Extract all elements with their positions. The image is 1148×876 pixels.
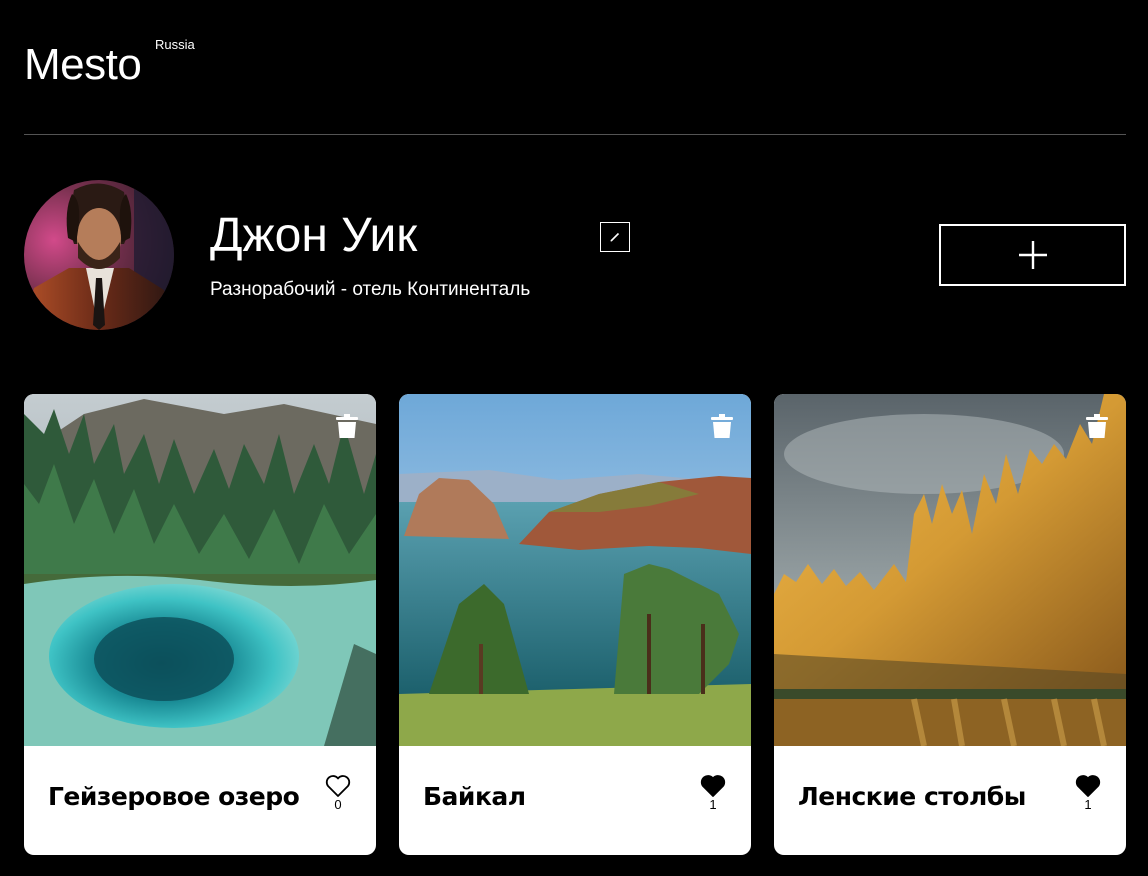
card-footer: Гейзеровое озеро 0 bbox=[24, 746, 376, 855]
card-title: Гейзеровое озеро bbox=[48, 782, 300, 811]
logo-superscript: Russia bbox=[155, 37, 195, 52]
add-card-button[interactable] bbox=[939, 224, 1126, 286]
like-group: 1 bbox=[1074, 774, 1102, 812]
profile: Джон Уик Разнорабочий - отель Континента… bbox=[24, 180, 1126, 330]
card-image[interactable] bbox=[399, 394, 751, 746]
profile-about: Разнорабочий - отель Континенталь bbox=[210, 279, 531, 300]
avatar-image bbox=[24, 180, 174, 330]
pencil-icon bbox=[610, 232, 620, 242]
header: Mesto Russia bbox=[24, 0, 1126, 135]
card: Ленские столбы 1 bbox=[774, 394, 1126, 855]
like-count: 1 bbox=[709, 797, 717, 812]
card-footer: Байкал 1 bbox=[399, 746, 751, 855]
card: Байкал 1 bbox=[399, 394, 751, 855]
card-title: Байкал bbox=[423, 782, 526, 811]
trash-icon[interactable] bbox=[336, 414, 358, 438]
cards-grid: Гейзеровое озеро 0 Байкал 1 Ленские стол… bbox=[24, 394, 1126, 855]
card-image[interactable] bbox=[774, 394, 1126, 746]
card-title: Ленские столбы bbox=[798, 782, 1026, 811]
heart-filled-icon[interactable] bbox=[700, 774, 726, 798]
edit-profile-button[interactable] bbox=[600, 222, 630, 252]
trash-icon[interactable] bbox=[711, 414, 733, 438]
heart-outline-icon[interactable] bbox=[325, 774, 351, 798]
card-image[interactable] bbox=[24, 394, 376, 746]
avatar[interactable] bbox=[24, 180, 174, 330]
trash-icon[interactable] bbox=[1086, 414, 1108, 438]
card-footer: Ленские столбы 1 bbox=[774, 746, 1126, 855]
plus-icon bbox=[1018, 241, 1047, 269]
like-group: 0 bbox=[324, 774, 352, 812]
card: Гейзеровое озеро 0 bbox=[24, 394, 376, 855]
profile-name: Джон Уик bbox=[210, 209, 418, 262]
like-count: 0 bbox=[334, 797, 342, 812]
like-count: 1 bbox=[1084, 797, 1092, 812]
heart-filled-icon[interactable] bbox=[1075, 774, 1101, 798]
logo: Mesto bbox=[24, 40, 142, 89]
like-group: 1 bbox=[699, 774, 727, 812]
